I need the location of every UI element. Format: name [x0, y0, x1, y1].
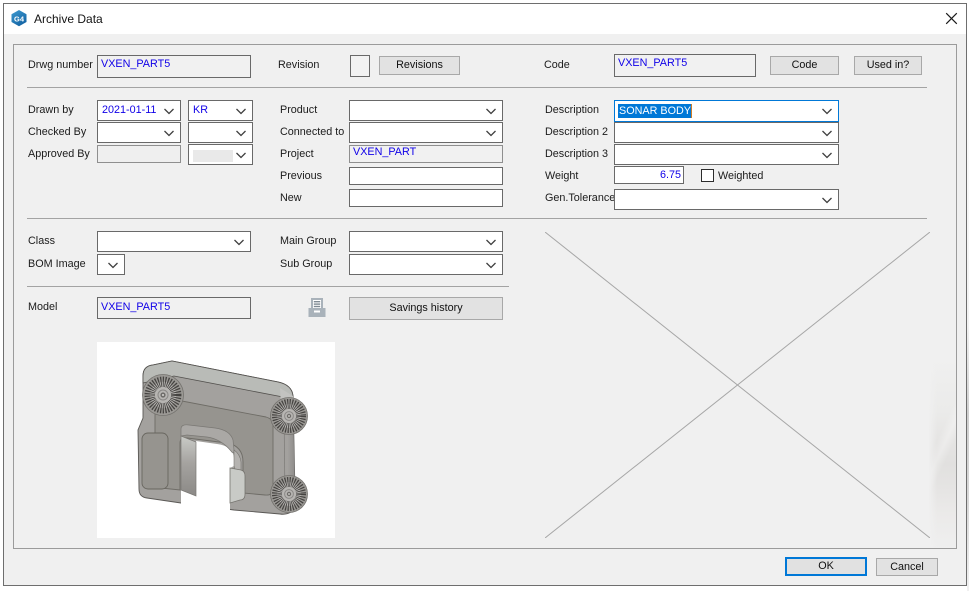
svg-text:G4: G4 — [14, 14, 25, 23]
